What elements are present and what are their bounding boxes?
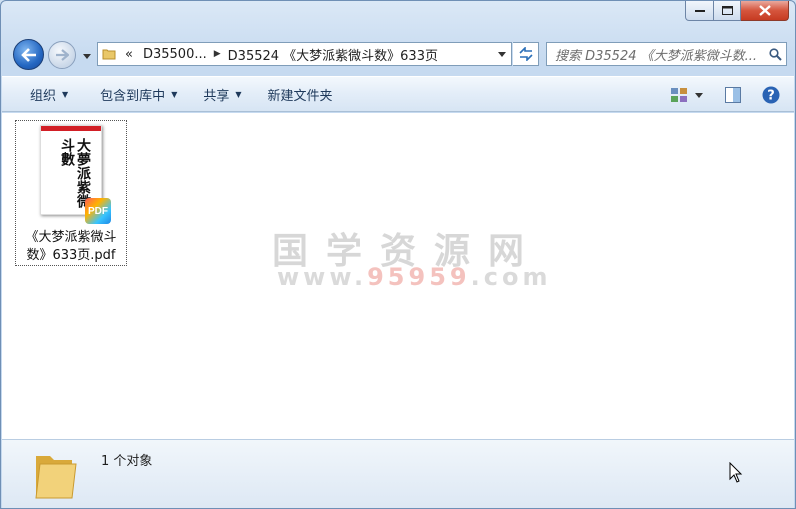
close-button[interactable]: [741, 1, 789, 21]
caption-buttons: [685, 1, 789, 23]
view-grid-icon: [671, 88, 687, 102]
new-folder-button[interactable]: 新建文件夹: [258, 81, 343, 107]
thumbnail-band: [41, 126, 101, 131]
maximize-button[interactable]: [714, 1, 741, 21]
chevron-down-icon: ▼: [235, 89, 242, 99]
address-bar[interactable]: « D35500... ▶ D35524 《大梦派紫微斗数》633页: [97, 42, 512, 66]
navigation-row: « D35500... ▶ D35524 《大梦派紫微斗数》633页 搜索 D3…: [1, 35, 795, 71]
change-view-button[interactable]: [668, 85, 690, 105]
view-options-dropdown[interactable]: [690, 85, 708, 105]
help-icon: ?: [762, 86, 780, 104]
preview-pane-icon: [725, 87, 741, 103]
breadcrumb-part-1[interactable]: D35500...: [138, 47, 212, 62]
details-pane: 1 个对象: [2, 439, 794, 508]
arrow-right-icon: [56, 49, 69, 61]
minimize-button[interactable]: [685, 1, 714, 21]
share-menu[interactable]: 共享 ▼: [193, 81, 251, 107]
breadcrumb-part-2[interactable]: D35524 《大梦派紫微斗数》633页: [223, 45, 443, 64]
svg-text:?: ?: [767, 89, 775, 104]
watermark-url-suffix: .com: [470, 263, 552, 291]
refresh-icon: [518, 47, 533, 61]
file-list[interactable]: 大夢派紫微斗數 PDF 《大梦派紫微斗数》633页.pdf 国学资源网 www.…: [2, 113, 794, 439]
include-library-label: 包含到库中: [100, 88, 166, 104]
pdf-thumbnail: 大夢派紫微斗數 PDF: [40, 125, 111, 224]
share-label: 共享: [203, 88, 230, 104]
back-button[interactable]: [13, 39, 44, 70]
file-name[interactable]: 《大梦派紫微斗数》633页.pdf: [17, 229, 125, 265]
watermark-url-highlight: 95959: [367, 263, 471, 291]
chevron-down-icon: ▼: [62, 89, 69, 99]
address-overflow[interactable]: «: [120, 47, 138, 62]
help-button[interactable]: ?: [758, 84, 784, 106]
mouse-pointer-icon: [729, 462, 743, 483]
include-in-library-menu[interactable]: 包含到库中 ▼: [90, 81, 187, 107]
chevron-down-icon: [695, 92, 703, 98]
maximize-icon: [721, 6, 733, 15]
address-history-dropdown[interactable]: [493, 43, 511, 65]
watermark-url-prefix: www.: [277, 263, 368, 291]
chevron-down-icon: ▼: [171, 89, 178, 99]
search-icon[interactable]: [764, 47, 786, 61]
command-bar: 组织 ▼ 包含到库中 ▼ 共享 ▼ 新建文件夹 ?: [2, 76, 794, 112]
chevron-down-icon: [83, 53, 91, 59]
search-input[interactable]: 搜索 D35524 《大梦派紫微斗数...: [555, 45, 764, 64]
preview-pane-button[interactable]: [716, 85, 750, 105]
forward-button[interactable]: [48, 41, 76, 69]
file-item[interactable]: 大夢派紫微斗數 PDF 《大梦派紫微斗数》633页.pdf: [15, 120, 127, 266]
organize-label: 组织: [30, 88, 57, 104]
minimize-icon: [694, 9, 705, 12]
watermark-url: www.95959.com: [277, 263, 551, 291]
pdf-icon: PDF: [85, 198, 111, 224]
folder-icon: [98, 43, 120, 65]
folder-icon: [32, 446, 80, 502]
close-icon: [758, 5, 771, 16]
refresh-button[interactable]: [513, 42, 539, 66]
search-box[interactable]: 搜索 D35524 《大梦派紫微斗数...: [546, 42, 787, 66]
arrow-left-icon: [20, 47, 36, 62]
chevron-down-icon: [498, 51, 506, 57]
item-count: 1 个对象: [101, 454, 153, 469]
breadcrumb-separator-icon[interactable]: ▶: [212, 49, 223, 59]
organize-menu[interactable]: 组织 ▼: [20, 81, 78, 107]
recent-pages-dropdown[interactable]: [81, 51, 93, 61]
new-folder-label: 新建文件夹: [267, 88, 333, 104]
view-controls: ?: [668, 82, 784, 108]
explorer-window: « D35500... ▶ D35524 《大梦派紫微斗数》633页 搜索 D3…: [0, 0, 796, 509]
